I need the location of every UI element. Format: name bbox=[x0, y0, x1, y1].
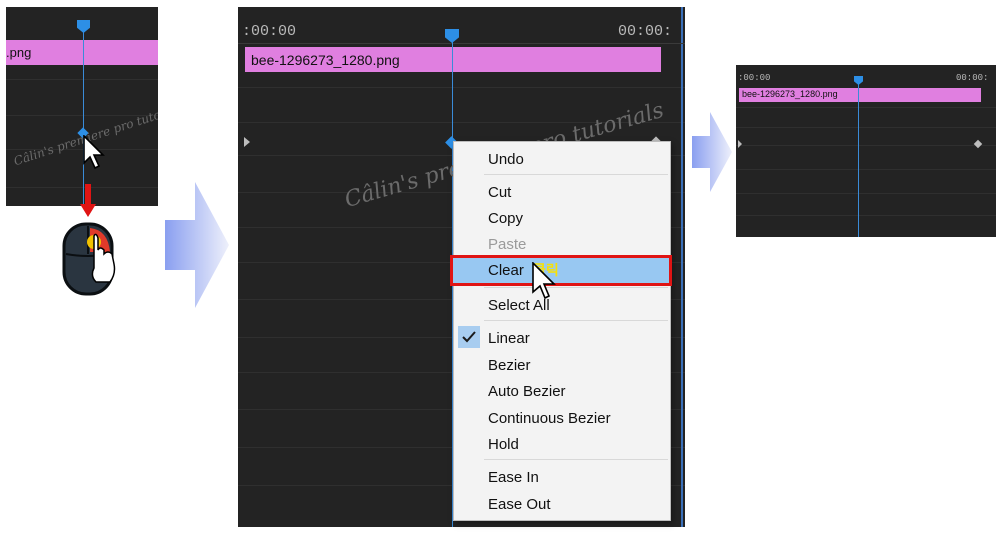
menu-separator bbox=[484, 287, 668, 288]
menu-separator bbox=[484, 320, 668, 321]
flow-arrow-icon bbox=[692, 112, 732, 192]
timecode-end: 00:00: bbox=[956, 73, 989, 83]
panel-edge bbox=[681, 7, 683, 527]
context-menu: Undo Cut Copy Paste Clear 클릭 Select All … bbox=[450, 141, 672, 521]
menu-item-bezier[interactable]: Bezier bbox=[454, 353, 670, 379]
menu-item-continuous-bezier[interactable]: Continuous Bezier bbox=[454, 406, 670, 432]
menu-item-ease-in[interactable]: Ease In bbox=[454, 465, 670, 491]
track-divider bbox=[736, 127, 996, 128]
track-divider bbox=[736, 215, 996, 216]
track-divider bbox=[238, 87, 685, 88]
playhead-line bbox=[858, 81, 859, 237]
track-divider bbox=[736, 169, 996, 170]
mouse-pointer-icon bbox=[532, 262, 556, 300]
clip-bar[interactable]: .png bbox=[6, 40, 158, 65]
clip-name: bee-1296273_1280.png bbox=[251, 52, 400, 68]
track-divider bbox=[736, 145, 996, 146]
timecode-start: :00:00 bbox=[738, 73, 771, 83]
menu-item-clear[interactable]: Clear 클릭 bbox=[450, 255, 672, 286]
menu-item-undo[interactable]: Undo bbox=[454, 147, 670, 173]
track-divider bbox=[6, 79, 158, 80]
playhead-handle[interactable] bbox=[854, 76, 863, 85]
playhead-handle[interactable] bbox=[77, 20, 90, 33]
menu-item-copy[interactable]: Copy bbox=[454, 206, 670, 232]
menu-item-paste: Paste bbox=[488, 236, 527, 253]
timeline-panel-before: .png Câlin's premiere pro tutorials bbox=[6, 7, 158, 206]
menu-separator bbox=[484, 459, 668, 460]
menu-item-linear[interactable]: Linear bbox=[454, 326, 670, 352]
timeline-panel-after: :00:00 00:00: bee-1296273_1280.png bbox=[736, 65, 996, 237]
mouse-right-click-icon bbox=[62, 222, 116, 296]
menu-item-select-all[interactable]: Select All bbox=[454, 293, 670, 319]
clip-name: .png bbox=[6, 45, 32, 60]
flow-arrow-icon bbox=[165, 182, 229, 308]
track-divider bbox=[736, 107, 996, 108]
mouse-pointer-icon bbox=[83, 135, 105, 170]
menu-separator bbox=[484, 174, 668, 175]
red-arrow-down-icon bbox=[80, 184, 96, 217]
timecode-start: :00:00 bbox=[242, 23, 297, 40]
clip-name: bee-1296273_1280.png bbox=[742, 89, 838, 99]
clip-bar[interactable]: bee-1296273_1280.png bbox=[739, 88, 981, 102]
track-divider bbox=[736, 193, 996, 194]
playhead-line bbox=[83, 25, 84, 206]
menu-item-cut[interactable]: Cut bbox=[454, 180, 670, 206]
keyframe-nav-left[interactable] bbox=[738, 140, 742, 148]
keyframe-nav-left[interactable] bbox=[244, 137, 250, 147]
clip-bar[interactable]: bee-1296273_1280.png bbox=[245, 47, 661, 72]
keyframe-marker-end[interactable] bbox=[973, 139, 983, 149]
ruler-divider bbox=[238, 43, 685, 44]
playhead-handle[interactable] bbox=[445, 29, 459, 43]
menu-item-hold[interactable]: Hold bbox=[454, 432, 670, 458]
timecode-end: 00:00: bbox=[618, 23, 673, 40]
menu-item-ease-out[interactable]: Ease Out bbox=[454, 492, 670, 518]
menu-item-auto-bezier[interactable]: Auto Bezier bbox=[454, 379, 670, 405]
